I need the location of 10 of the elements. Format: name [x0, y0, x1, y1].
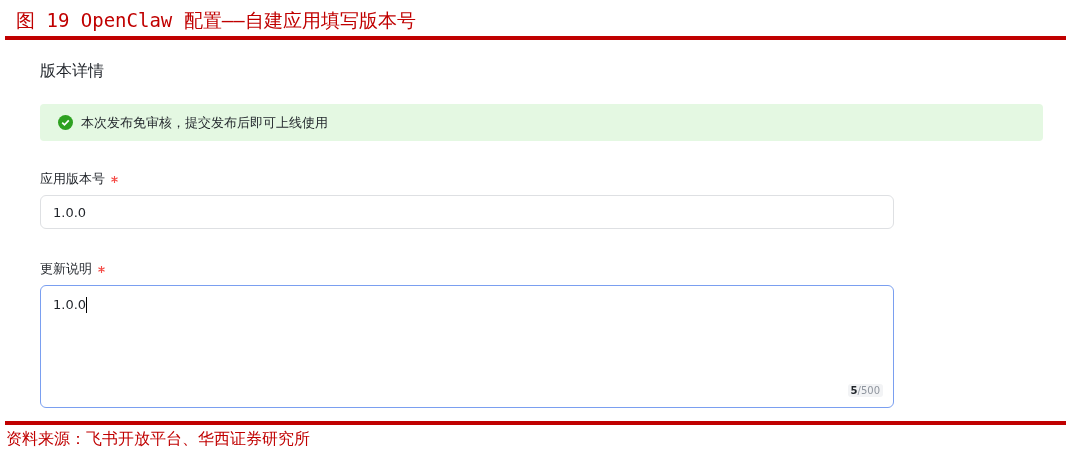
field-label: 应用版本号	[40, 170, 105, 188]
field-label: 更新说明	[40, 260, 92, 278]
section-title: 版本详情	[40, 60, 105, 82]
input-field[interactable]: 1.0.0	[40, 195, 894, 229]
source-note: 资料来源：飞书开放平台、华西证券研究所	[5, 428, 311, 450]
notice-text: 本次发布免审核，提交发布后即可上线使用	[81, 113, 328, 132]
check-circle-icon	[58, 115, 73, 131]
textarea-field[interactable]: 1.0.0 5/500	[40, 285, 894, 408]
figure-caption: 图 19 OpenClaw 配置——自建应用填写版本号	[15, 8, 417, 33]
character-counter: 5/500	[847, 384, 883, 397]
